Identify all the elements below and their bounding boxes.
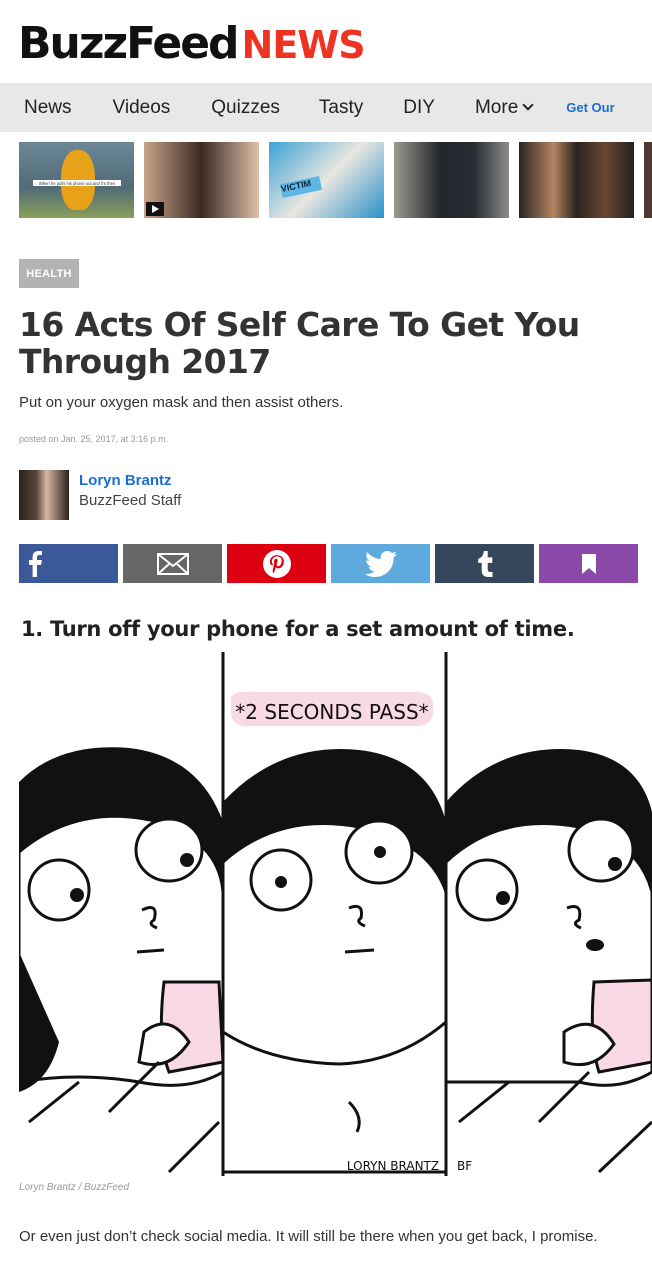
- nav-get-our-app-link[interactable]: Get Our: [566, 100, 614, 115]
- avatar[interactable]: [19, 470, 69, 520]
- victim-sticker: VICTIM: [279, 175, 323, 199]
- thumbnail-caption: When he pulls his phone out and it's the…: [33, 180, 121, 186]
- twitter-icon: [364, 550, 397, 577]
- bookmark-icon: [581, 553, 596, 574]
- thumbnail-caption-text: When he pulls his phone out and it's the…: [39, 181, 116, 186]
- author-name-link[interactable]: Loryn Brantz: [79, 471, 181, 491]
- nav-more-label: More: [474, 96, 519, 118]
- nav-quizzes[interactable]: Quizzes: [211, 97, 280, 119]
- comic-signature-mark: BF: [457, 1159, 472, 1173]
- article-subtitle: Put on your oxygen mask and then assist …: [19, 394, 344, 411]
- nav-more[interactable]: More: [474, 96, 534, 119]
- bookmark-button[interactable]: [539, 544, 638, 583]
- thumbnail-selfie-video[interactable]: [144, 142, 259, 218]
- tumblr-icon: [477, 550, 492, 577]
- list-item-heading: 1. Turn off your phone for a set amount …: [21, 617, 575, 641]
- comic-image: *2 SECONDS PASS* LORYN BRANTZ BF: [19, 652, 652, 1176]
- main-nav: News Videos Quizzes Tasty DIY More Get O…: [0, 83, 652, 132]
- buzzfeed-news-logo[interactable]: BuzzFeed NEWS: [18, 18, 366, 69]
- share-tumblr-button[interactable]: [435, 544, 534, 583]
- comic-signature: LORYN BRANTZ: [347, 1159, 439, 1173]
- chevron-down-icon: [522, 99, 534, 111]
- share-twitter-button[interactable]: [331, 544, 430, 583]
- article-title: 16 Acts Of Self Care To Get You Through …: [19, 305, 580, 381]
- nav-news[interactable]: News: [24, 97, 72, 119]
- list-item-body: Or even just don’t check social media. I…: [19, 1228, 598, 1245]
- share-pinterest-button[interactable]: [227, 544, 326, 583]
- author-text: Loryn Brantz BuzzFeed Staff: [79, 471, 181, 520]
- nav-videos[interactable]: Videos: [113, 97, 171, 119]
- author-role: BuzzFeed Staff: [79, 492, 182, 509]
- posted-timestamp: posted on Jan. 25, 2017, at 3:16 p.m.: [19, 434, 169, 444]
- byline: Loryn Brantz BuzzFeed Staff: [19, 470, 181, 520]
- comic-caption: *2 SECONDS PASS*: [235, 700, 428, 724]
- thumbnail-people[interactable]: [394, 142, 509, 218]
- thumbnail-pooh[interactable]: When he pulls his phone out and it's the…: [19, 142, 134, 218]
- email-icon: [156, 552, 189, 575]
- facebook-icon: [29, 550, 42, 577]
- nav-tasty[interactable]: Tasty: [319, 97, 363, 119]
- play-icon: [146, 202, 164, 216]
- share-email-button[interactable]: [123, 544, 222, 583]
- svg-text:When he pulls his phone out an: When he pulls his phone out and it's the…: [39, 181, 116, 186]
- thumbnail-victim[interactable]: VICTIM: [269, 142, 384, 218]
- share-bar: [19, 544, 638, 583]
- share-facebook-button[interactable]: [19, 544, 118, 583]
- thumbnail-actors[interactable]: [519, 142, 634, 218]
- pinterest-icon: [262, 549, 291, 578]
- thumbnail-partial[interactable]: [644, 142, 652, 218]
- logo-buzzfeed-text: BuzzFeed: [18, 18, 240, 69]
- image-credit: Loryn Brantz / BuzzFeed: [19, 1182, 130, 1193]
- logo-news-text: NEWS: [241, 23, 366, 67]
- nav-diy[interactable]: DIY: [403, 97, 435, 119]
- panel-2: LORYN BRANTZ BF: [221, 749, 472, 1174]
- trending-thumbnail-strip: When he pulls his phone out and it's the…: [19, 142, 652, 218]
- section-tag[interactable]: HEALTH: [19, 259, 79, 288]
